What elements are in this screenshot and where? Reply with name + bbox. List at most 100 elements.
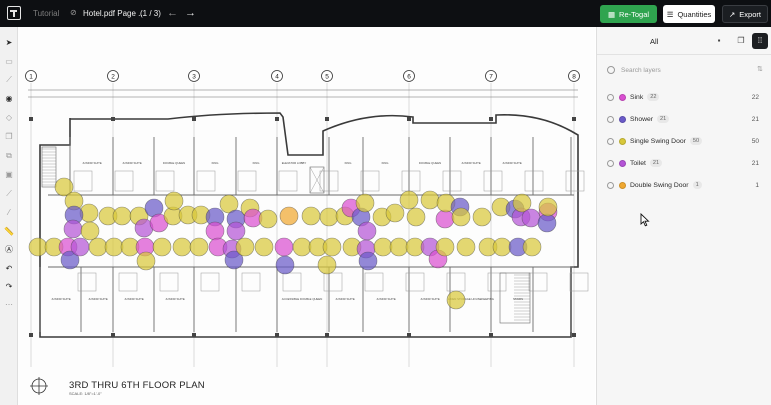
cutout-tool-icon[interactable]: ⧉ bbox=[4, 151, 14, 161]
layer-search[interactable]: Search layers bbox=[605, 63, 767, 77]
grid-label: 8 bbox=[572, 74, 576, 81]
more-tools-icon[interactable]: ⋯ bbox=[4, 300, 14, 310]
column bbox=[192, 117, 196, 121]
search-input[interactable]: Search layers bbox=[621, 67, 661, 74]
layer-count: 1 bbox=[755, 181, 759, 189]
door-marker bbox=[406, 207, 426, 227]
door-marker bbox=[538, 197, 558, 217]
column bbox=[275, 117, 279, 121]
rectangle-tool-icon[interactable]: ▭ bbox=[4, 57, 14, 67]
bathroom-outline bbox=[241, 272, 261, 292]
grid-icon[interactable]: ⁞⁞ bbox=[752, 33, 768, 49]
column bbox=[407, 117, 411, 121]
visibility-icon[interactable] bbox=[607, 93, 614, 101]
bathroom-outline bbox=[114, 170, 134, 192]
select-tool-icon[interactable]: ➤ bbox=[4, 38, 14, 48]
room-label: DOUBLE QUEEN bbox=[419, 161, 441, 165]
column bbox=[489, 117, 493, 121]
retogal-button[interactable]: ▦ Re-Togal bbox=[600, 5, 657, 23]
save-icon[interactable]: ▪ bbox=[713, 35, 725, 47]
door-marker bbox=[385, 203, 405, 223]
door-marker bbox=[373, 237, 393, 257]
room-label: JUNIOR SUITE bbox=[82, 161, 102, 165]
ai-tool-icon[interactable]: Ⓐ bbox=[4, 245, 14, 255]
column bbox=[29, 333, 33, 337]
polyline-tool-icon[interactable]: ⟋ bbox=[4, 189, 14, 199]
door-marker bbox=[420, 190, 440, 210]
column bbox=[275, 333, 279, 337]
layer-row[interactable]: Double Swing Door 1 1 bbox=[605, 178, 765, 192]
layer-row[interactable]: Single Swing Door 50 50 bbox=[605, 134, 765, 148]
room-label: STAIRS bbox=[513, 297, 523, 301]
column bbox=[325, 117, 329, 121]
room-label: JUNIOR SUITE bbox=[122, 161, 142, 165]
copy-tool-icon[interactable]: ❐ bbox=[4, 132, 14, 142]
door-marker bbox=[104, 237, 124, 257]
pages-icon[interactable]: ❐ bbox=[735, 35, 747, 47]
column bbox=[325, 333, 329, 337]
visibility-icon[interactable] bbox=[607, 181, 614, 189]
layer-count: 50 bbox=[751, 137, 759, 145]
room-label: KING bbox=[253, 161, 260, 165]
bathroom-outline bbox=[401, 170, 421, 192]
column bbox=[29, 117, 33, 121]
room-label: JUNIOR SUITE bbox=[420, 297, 440, 301]
visibility-icon[interactable] bbox=[607, 137, 614, 145]
bathroom-outline bbox=[442, 170, 462, 192]
drawing-scale: SCALE: 1/8"=1'-0" bbox=[69, 391, 102, 396]
previous-page-icon[interactable]: ← bbox=[167, 7, 178, 19]
filter-icon[interactable]: ⇅ bbox=[757, 65, 763, 73]
breadcrumb[interactable]: Tutorial bbox=[33, 9, 59, 18]
export-label: Export bbox=[739, 9, 761, 19]
bathroom-outline bbox=[237, 170, 257, 192]
door-marker bbox=[164, 191, 184, 211]
layer-color-swatch bbox=[619, 159, 626, 167]
panel-tabs: All ▪ ❐ ⁞⁞ bbox=[597, 27, 771, 55]
door-marker bbox=[301, 206, 321, 226]
toilet-marker bbox=[357, 221, 377, 241]
quantities-button[interactable]: ☰ Quantities bbox=[663, 5, 715, 23]
column bbox=[489, 333, 493, 337]
toilet-marker bbox=[226, 221, 246, 241]
bathroom-outline bbox=[200, 272, 220, 292]
visibility-icon[interactable] bbox=[607, 115, 614, 123]
door-marker bbox=[112, 206, 132, 226]
ruler-tool-icon[interactable]: 📏 bbox=[4, 227, 14, 237]
room-label: JUNIOR SUITE bbox=[376, 297, 396, 301]
area-tool-icon[interactable]: ◇ bbox=[4, 113, 14, 123]
app-logo-icon[interactable] bbox=[7, 6, 21, 20]
export-button[interactable]: ↗ Export bbox=[722, 5, 768, 23]
layer-color-swatch bbox=[619, 181, 626, 189]
column bbox=[111, 117, 115, 121]
layer-badge: 22 bbox=[647, 93, 660, 101]
visibility-icon[interactable] bbox=[607, 159, 614, 167]
layer-row[interactable]: Sink 22 22 bbox=[605, 90, 765, 104]
room-label: JUNIOR SUITE bbox=[88, 297, 108, 301]
layer-count: 22 bbox=[751, 93, 759, 101]
tab-all[interactable]: All bbox=[650, 37, 658, 46]
door-marker bbox=[451, 207, 471, 227]
door-marker bbox=[258, 209, 278, 229]
drawing-canvas[interactable]: 1 2 3 4 5 6 7 8 JUNIOR SUITE JUNIOR SUITE DOUBLE Q… bbox=[18, 27, 595, 405]
line-tool-icon[interactable]: ⟋ bbox=[4, 75, 14, 85]
bathroom-outline bbox=[278, 170, 298, 192]
toilet-marker bbox=[63, 219, 83, 239]
column bbox=[192, 333, 196, 337]
layer-row[interactable]: Shower 21 21 bbox=[605, 112, 765, 126]
undo-icon[interactable]: ↶ bbox=[4, 264, 14, 274]
room-label: DOUBLE QUEEN bbox=[163, 161, 185, 165]
room-label: KING bbox=[382, 161, 389, 165]
shape-tool-icon[interactable]: ▣ bbox=[4, 170, 14, 180]
count-tool-icon[interactable]: ◉ bbox=[4, 94, 14, 104]
split-tool-icon[interactable]: ⁄ bbox=[4, 208, 14, 218]
redo-icon[interactable]: ↷ bbox=[4, 282, 14, 292]
bathroom-outline bbox=[528, 272, 548, 292]
layer-row[interactable]: Toilet 21 21 bbox=[605, 156, 765, 170]
bathroom-outline bbox=[483, 170, 503, 192]
bathroom-outline bbox=[364, 272, 384, 292]
sink-marker bbox=[205, 221, 225, 241]
file-name[interactable]: Hotel.pdf Page ... bbox=[83, 9, 145, 18]
door-marker bbox=[472, 207, 492, 227]
next-page-icon[interactable]: → bbox=[185, 7, 196, 19]
column bbox=[572, 333, 576, 337]
